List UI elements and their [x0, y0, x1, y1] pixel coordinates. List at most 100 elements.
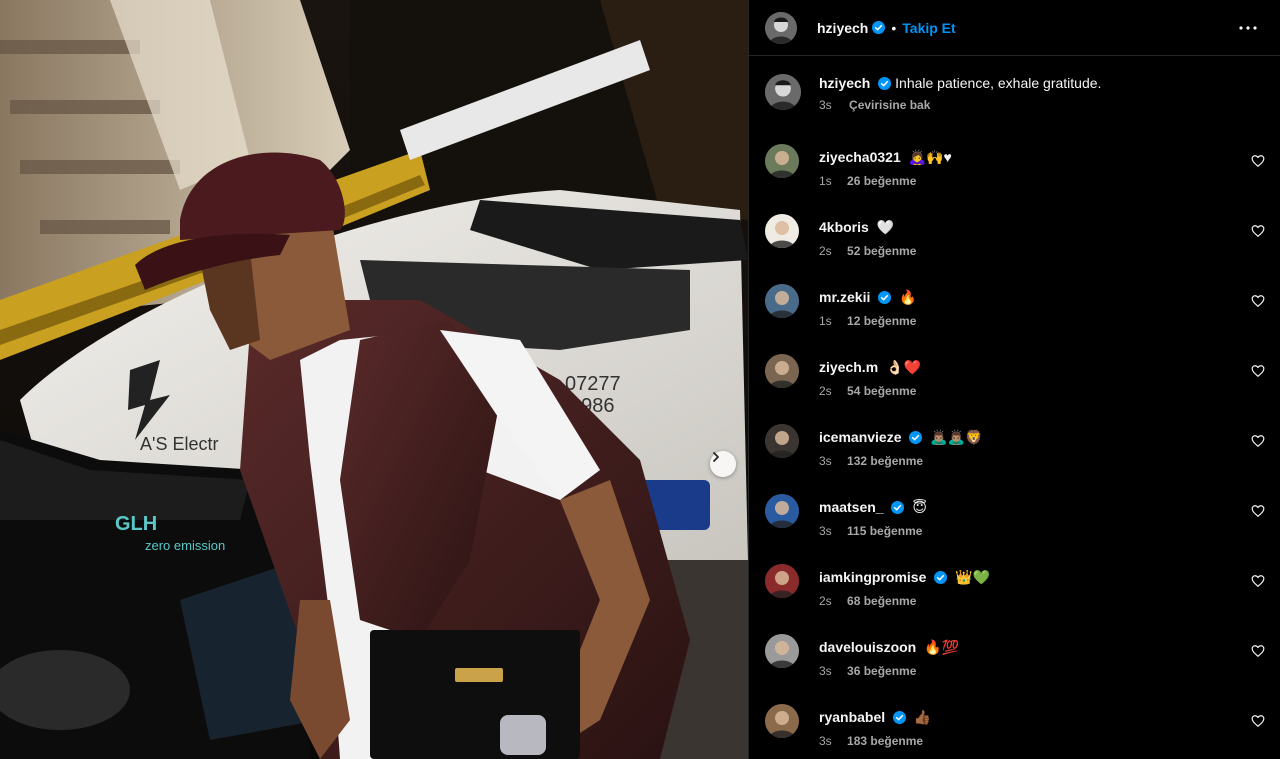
comment-item: mr.zekii 🔥 1s 12 beğenme [749, 280, 1280, 350]
more-options-button[interactable] [1236, 18, 1260, 38]
comment-text: 🙇🏽‍♂️🙇🏽‍♂️🦁 [930, 429, 983, 445]
dark-car-slogan: zero emission [145, 538, 225, 553]
comment-line: ziyecha0321 🙇‍♀️🙌♥ [819, 148, 952, 166]
comment-meta: 3s 132 beğenme [819, 454, 983, 468]
author-username[interactable]: hziyech [817, 20, 868, 36]
comment-time: 3s [819, 454, 832, 468]
follow-button[interactable]: Takip Et [902, 20, 955, 36]
post-header: hziyech • Takip Et [749, 0, 1280, 56]
comment-avatar-image [765, 284, 799, 318]
comment-text: 🙇‍♀️🙌♥ [908, 149, 952, 165]
comment-avatar-image [765, 424, 799, 458]
author-avatar-image [765, 11, 797, 44]
comment-avatar-image [765, 214, 799, 248]
comment-line: iamkingpromise 👑💚 [819, 568, 990, 586]
comment-avatar[interactable] [765, 214, 799, 248]
caption-time: 3s [819, 98, 832, 112]
comment-text: 👍🏾 [913, 709, 932, 725]
comment-line: icemanvieze 🙇🏽‍♂️🙇🏽‍♂️🦁 [819, 428, 983, 446]
like-heart-icon[interactable] [1251, 294, 1265, 308]
comment-line: ziyech.m 👌🏻❤️ [819, 358, 921, 376]
comment-body: ryanbabel 👍🏾 3s 183 beğenme [819, 704, 931, 759]
post-photo-illustration: 07277 3986 A'S Electr GLH zero emission [0, 0, 748, 759]
next-image-button[interactable] [710, 451, 736, 477]
like-heart-icon[interactable] [1251, 644, 1265, 658]
comment-line: ryanbabel 👍🏾 [819, 708, 931, 726]
comment-username[interactable]: ziyecha0321 [819, 149, 901, 165]
comment-username[interactable]: ziyech.m [819, 359, 878, 375]
car-lettering-brand: A'S Electr [140, 434, 218, 454]
comment-username[interactable]: iamkingpromise [819, 569, 926, 585]
caption-avatar[interactable] [765, 74, 801, 110]
comment-time: 2s [819, 384, 832, 398]
comment-avatar-image [765, 634, 799, 668]
like-heart-icon[interactable] [1251, 364, 1265, 378]
comment-text: 😇 [912, 499, 927, 515]
like-heart-icon[interactable] [1251, 224, 1265, 238]
comment-body: icemanvieze 🙇🏽‍♂️🙇🏽‍♂️🦁 3s 132 beğenme [819, 424, 983, 490]
comment-avatar[interactable] [765, 144, 799, 178]
header-separator: • [891, 19, 897, 36]
comment-body: maatsen_ 😇 3s 115 beğenme [819, 494, 927, 560]
comment-avatar-image [765, 144, 799, 178]
comment-text: 👌🏻❤️ [886, 359, 921, 375]
author-avatar[interactable] [765, 11, 797, 44]
comment-username[interactable]: davelouiszoon [819, 639, 916, 655]
like-heart-icon[interactable] [1251, 434, 1265, 448]
dark-car-logo: GLH [115, 513, 157, 535]
comment-time: 3s [819, 524, 832, 538]
comment-likes[interactable]: 132 beğenme [847, 454, 923, 468]
comment-username[interactable]: 4kboris [819, 219, 869, 235]
comment-item: 4kboris 🤍 2s 52 beğenme [749, 210, 1280, 280]
like-heart-icon[interactable] [1251, 714, 1265, 728]
chevron-right-icon [713, 452, 719, 462]
like-heart-icon[interactable] [1251, 504, 1265, 518]
comment-username[interactable]: icemanvieze [819, 429, 902, 445]
comment-username[interactable]: maatsen_ [819, 499, 884, 515]
comment-avatar[interactable] [765, 564, 799, 598]
comment-meta: 1s 26 beğenme [819, 174, 952, 188]
comment-text: 🤍 [876, 219, 895, 235]
comment-avatar-image [765, 494, 799, 528]
verified-badge-icon [878, 77, 892, 90]
comment-likes[interactable]: 26 beğenme [847, 174, 916, 188]
comment-text: 👑💚 [955, 569, 991, 585]
see-translation-link[interactable]: Çevirisine bak [849, 98, 930, 112]
comment-avatar-image [765, 354, 799, 388]
comment-avatar[interactable] [765, 284, 799, 318]
comment-likes[interactable]: 54 beğenme [847, 384, 916, 398]
comment-likes[interactable]: 115 beğenme [847, 524, 922, 538]
caption-text: Inhale patience, exhale gratitude. [895, 75, 1102, 91]
comment-meta: 1s 12 beğenme [819, 314, 917, 328]
comment-time: 3s [819, 734, 832, 748]
comment-meta: 2s 54 beğenme [819, 384, 921, 398]
comment-avatar[interactable] [765, 424, 799, 458]
comment-avatar[interactable] [765, 634, 799, 668]
post-detail-panel: hziyech • Takip Et hziyech Inhale patien… [748, 0, 1280, 759]
comment-likes[interactable]: 36 beğenme [847, 664, 916, 678]
verified-badge-icon [872, 21, 886, 34]
comment-meta: 3s 115 beğenme [819, 524, 927, 538]
comment-avatar[interactable] [765, 704, 799, 738]
comment-likes[interactable]: 52 beğenme [847, 244, 916, 258]
post-image: 07277 3986 A'S Electr GLH zero emission [0, 0, 748, 759]
comment-username[interactable]: ryanbabel [819, 709, 885, 725]
comment-item: icemanvieze 🙇🏽‍♂️🙇🏽‍♂️🦁 3s 132 beğenme [749, 420, 1280, 490]
like-heart-icon[interactable] [1251, 154, 1265, 168]
comment-likes[interactable]: 12 beğenme [847, 314, 916, 328]
verified-badge-icon [893, 711, 907, 724]
like-heart-icon[interactable] [1251, 574, 1265, 588]
comment-avatar-image [765, 564, 799, 598]
comment-body: ziyech.m 👌🏻❤️ 2s 54 beğenme [819, 354, 921, 420]
caption-meta: 3s Çevirisine bak [819, 98, 1101, 112]
comment-likes[interactable]: 68 beğenme [847, 594, 916, 608]
comment-likes[interactable]: 183 beğenme [847, 734, 923, 748]
comment-username[interactable]: mr.zekii [819, 289, 870, 305]
comment-body: 4kboris 🤍 2s 52 beğenme [819, 214, 916, 280]
comment-body: iamkingpromise 👑💚 2s 68 beğenme [819, 564, 990, 630]
comment-avatar[interactable] [765, 354, 799, 388]
comment-line: maatsen_ 😇 [819, 498, 927, 516]
comment-avatar[interactable] [765, 494, 799, 528]
caption-username[interactable]: hziyech [819, 75, 870, 91]
comment-meta: 3s 36 beğenme [819, 664, 959, 678]
